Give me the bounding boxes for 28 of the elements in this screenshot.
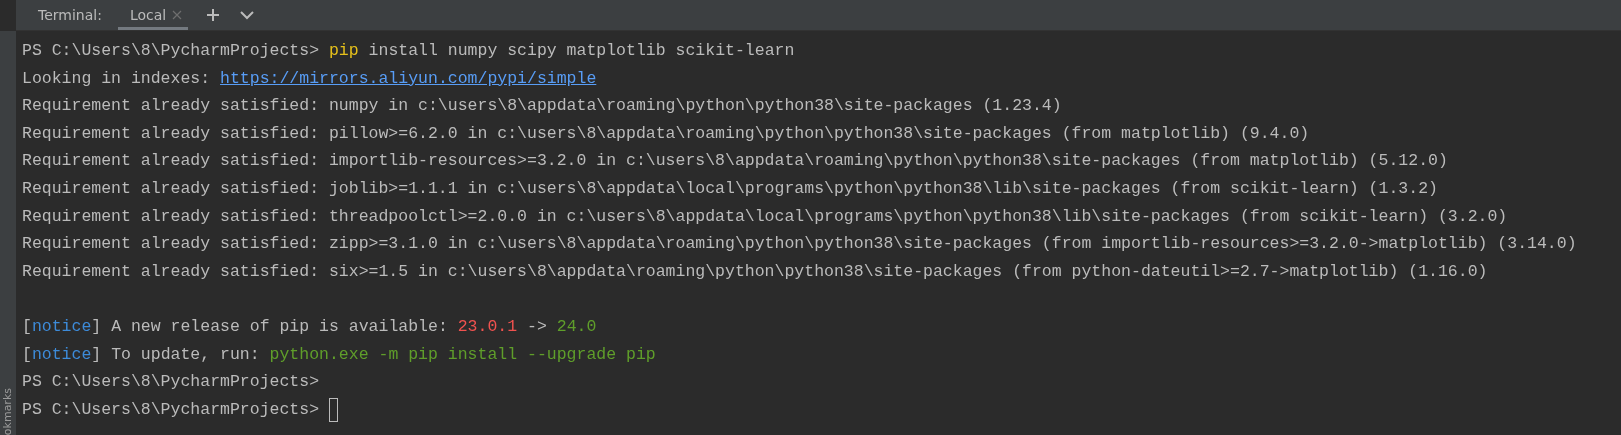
output-text: Requirement already satisfied: joblib>=1.1.1 in c:\users\8\appdata\local\programs\python\python38\lib\site-packages (from scikit-learn) (1.3.2)	[22, 177, 1438, 200]
output-text: ->	[526, 315, 548, 338]
notice-tag: notice	[31, 312, 92, 341]
chevron-down-icon[interactable]	[238, 8, 257, 22]
url-link[interactable]: https://mirrors.aliyun.com/pypi/simple	[220, 64, 597, 93]
suggested-text: 24.0	[556, 315, 597, 338]
output-text: Requirement already satisfied: six>=1.5 in c:\users\8\appdata\roaming\python\python38\site-packages (from python-dateutil>=2.7->matplotlib) (1.16.0)	[22, 260, 1488, 283]
notice-tag: notice	[31, 340, 92, 369]
output-text: Looking in indexes:	[22, 67, 212, 90]
bookmarks-label[interactable]: okmarks	[0, 387, 16, 435]
suggested-text: python.exe -m pip install --upgrade pip	[269, 343, 656, 366]
output-text: ] To update, run:	[91, 343, 261, 366]
tool-window-title: Terminal:	[38, 7, 102, 23]
output-text: install numpy scipy matplotlib scikit-learn	[367, 40, 795, 62]
terminal-tab[interactable]: Local	[117, 0, 189, 30]
output-text: Requirement already satisfied: importlib-resources>=3.2.0 in c:\users\8\appdata\roaming\python\python38\site-packages (from matplotlib) (5.12.0)	[22, 150, 1448, 173]
output-text: Requirement already satisfied: threadpoolctl>=2.0.0 in c:\users\8\appdata\local\programs\python\python38\lib\site-packages (from scikit-learn) (3.2.0)	[22, 205, 1508, 228]
output-text: ] A new release of pip is available:	[91, 315, 449, 338]
output-text: Requirement already satisfied: numpy in c:\users\8\appdata\roaming\python\python38\site-packages (1.23.4)	[22, 95, 1062, 118]
output-text: PS C:\Users\8\PycharmProjects>	[22, 371, 320, 394]
output-text: [	[22, 343, 32, 366]
old-version: 23.0.1	[457, 315, 518, 338]
command-text: pip	[328, 40, 359, 62]
output-text: [	[22, 315, 32, 338]
output-text: PS C:\Users\8\PycharmProjects>	[22, 398, 321, 421]
output-text: Requirement already satisfied: zipp>=3.1.0 in c:\users\8\appdata\roaming\python\python38\site-packages (from importlib-resources>=3.2.0->matplotlib) (3.14.0)	[22, 233, 1577, 256]
output-text: PS C:\Users\8\PycharmProjects>	[22, 40, 321, 62]
output-text: Requirement already satisfied: pillow>=6.2.0 in c:\users\8\appdata\roaming\python\python38\site-packages (from matplotlib) (9.4.0)	[22, 122, 1310, 145]
